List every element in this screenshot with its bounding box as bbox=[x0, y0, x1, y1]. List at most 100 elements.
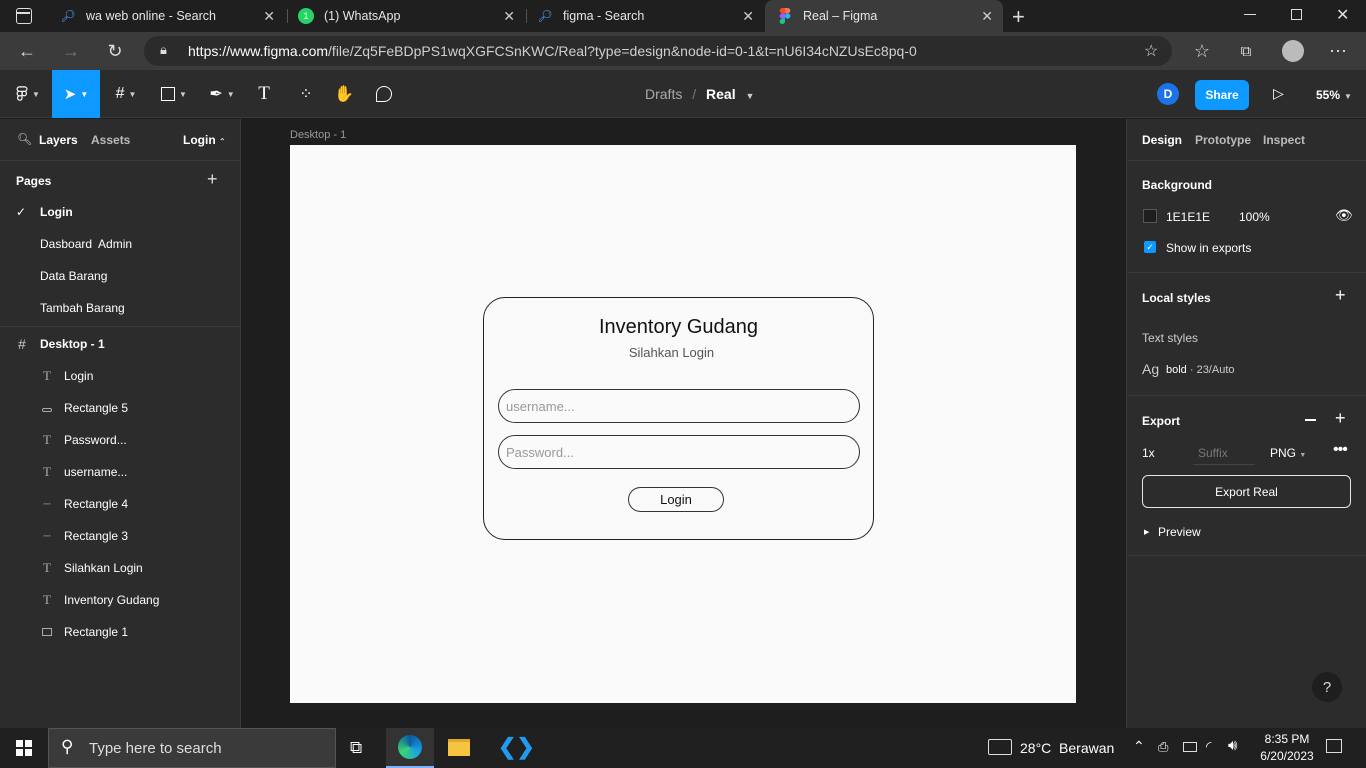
tab-assets[interactable]: Assets bbox=[91, 133, 130, 147]
background-hex[interactable]: 1E1E1E bbox=[1166, 210, 1210, 224]
page-item-tambah-barang[interactable]: Tambah Barang bbox=[0, 292, 240, 324]
close-icon[interactable]: ✕ bbox=[981, 8, 993, 25]
page-item-login[interactable]: ✓ Login bbox=[0, 196, 240, 228]
clock-time[interactable]: 8:35 PM bbox=[1260, 732, 1314, 746]
help-button[interactable]: ? bbox=[1312, 672, 1342, 702]
restore-icon[interactable] bbox=[1291, 9, 1302, 20]
layer-item[interactable]: Rectangle 5 bbox=[0, 392, 240, 424]
close-window-icon[interactable]: ✕ bbox=[1336, 5, 1349, 25]
layer-item[interactable]: T username... bbox=[0, 456, 240, 488]
card-subtitle[interactable]: Silahkan Login bbox=[484, 345, 859, 360]
text-tool[interactable]: T bbox=[248, 70, 280, 118]
vscode-icon[interactable]: ❮❯ bbox=[498, 734, 535, 760]
close-icon[interactable]: ✕ bbox=[503, 8, 515, 25]
forward-icon[interactable]: → bbox=[60, 40, 82, 62]
page-switcher[interactable]: Login ⌃ bbox=[183, 133, 226, 147]
design-canvas[interactable]: Desktop - 1 Inventory Gudang Silahkan Lo… bbox=[241, 119, 1126, 728]
minimize-icon[interactable] bbox=[1244, 14, 1256, 15]
background-opacity[interactable]: 100% bbox=[1239, 210, 1270, 224]
card-title[interactable]: Inventory Gudang bbox=[484, 316, 873, 339]
text-style-item[interactable]: bold · 23/Auto bbox=[1166, 364, 1235, 376]
layer-item[interactable]: T Silahkan Login bbox=[0, 552, 240, 584]
tab-prototype[interactable]: Prototype bbox=[1195, 133, 1251, 147]
meet-now-icon[interactable]: ⎙ bbox=[1158, 739, 1168, 755]
export-button[interactable]: Export Real bbox=[1142, 475, 1351, 508]
add-page-icon[interactable]: + bbox=[207, 169, 218, 190]
battery-icon[interactable] bbox=[1183, 742, 1197, 752]
export-suffix-input[interactable]: Suffix bbox=[1198, 446, 1228, 460]
taskbar-edge[interactable] bbox=[386, 728, 434, 768]
tab-whatsapp[interactable]: 1 (1) WhatsApp ✕ bbox=[290, 0, 525, 32]
background-swatch[interactable] bbox=[1143, 209, 1157, 223]
tab-actions-icon[interactable] bbox=[16, 8, 32, 24]
layer-item[interactable]: Rectangle 1 bbox=[0, 616, 240, 648]
notifications-icon[interactable] bbox=[1326, 739, 1342, 753]
present-play-icon[interactable]: ▷ bbox=[1273, 85, 1284, 102]
remove-export-icon[interactable] bbox=[1305, 419, 1316, 421]
add-style-icon[interactable]: + bbox=[1335, 285, 1346, 306]
login-card[interactable]: Inventory Gudang Silahkan Login username… bbox=[483, 297, 874, 540]
resources-tool[interactable]: ⁘ bbox=[290, 70, 322, 118]
password-field[interactable]: Password... bbox=[498, 435, 860, 469]
collections-icon[interactable]: ⧉ bbox=[1235, 40, 1257, 62]
user-avatar[interactable]: D bbox=[1157, 83, 1179, 105]
shape-tool[interactable]: ▼ bbox=[152, 70, 196, 118]
weather-icon[interactable] bbox=[988, 739, 1012, 755]
username-field[interactable]: username... bbox=[498, 389, 860, 423]
layer-frame-desktop-1[interactable]: # Desktop - 1 bbox=[0, 328, 240, 360]
tab-inspect[interactable]: Inspect bbox=[1263, 133, 1305, 147]
file-explorer-icon[interactable] bbox=[448, 739, 470, 756]
add-favorite-icon[interactable]: ☆ bbox=[1144, 41, 1158, 61]
share-button[interactable]: Share bbox=[1195, 80, 1249, 110]
more-icon[interactable]: ⋯ bbox=[1327, 40, 1349, 62]
weather-text[interactable]: 28°C Berawan bbox=[1020, 740, 1114, 756]
file-name[interactable]: Real bbox=[706, 86, 736, 102]
page-item-dasboard-admin[interactable]: Dasboard Admin bbox=[0, 228, 240, 260]
volume-icon[interactable]: 🔊︎ bbox=[1228, 737, 1237, 754]
tab-figma-search[interactable]: 🔎︎ figma - Search ✕ bbox=[529, 0, 764, 32]
frame-label[interactable]: Desktop - 1 bbox=[290, 129, 346, 141]
new-tab-icon[interactable]: + bbox=[1012, 4, 1025, 30]
tab-design[interactable]: Design bbox=[1142, 133, 1182, 147]
refresh-icon[interactable]: ↻ bbox=[104, 40, 126, 62]
frame-tool[interactable]: # ▼ bbox=[104, 70, 148, 118]
comment-tool[interactable] bbox=[368, 70, 400, 118]
layer-item[interactable]: T Inventory Gudang bbox=[0, 584, 240, 616]
preview-label[interactable]: Preview bbox=[1158, 525, 1201, 539]
close-icon[interactable]: ✕ bbox=[263, 8, 275, 25]
tab-real-figma[interactable]: Real – Figma ✕ bbox=[765, 0, 1003, 32]
pen-tool[interactable]: ✒ ▼ bbox=[200, 70, 244, 118]
page-item-data-barang[interactable]: Data Barang bbox=[0, 260, 240, 292]
back-icon[interactable]: ← bbox=[16, 40, 38, 62]
tab-layers[interactable]: Layers bbox=[39, 133, 78, 147]
show-in-exports-checkbox[interactable]: ✓ bbox=[1144, 241, 1156, 253]
add-export-icon[interactable]: + bbox=[1335, 408, 1346, 429]
zoom-dropdown[interactable]: 55% ▼ bbox=[1316, 88, 1352, 102]
chevron-down-icon[interactable]: ▼ bbox=[745, 91, 754, 101]
address-bar[interactable]: 🔒︎ https://www.figma.com/file/Zq5FeBDpPS… bbox=[144, 36, 1172, 66]
task-view-icon[interactable]: ⧉ bbox=[350, 738, 362, 758]
hand-tool[interactable]: ✋ bbox=[328, 70, 360, 118]
profile-avatar[interactable] bbox=[1282, 40, 1304, 62]
export-scale[interactable]: 1x bbox=[1142, 446, 1155, 460]
chevron-up-icon[interactable]: ⌃ bbox=[1133, 738, 1145, 755]
close-icon[interactable]: ✕ bbox=[742, 8, 754, 25]
caret-right-icon[interactable]: ▶ bbox=[1144, 528, 1149, 536]
export-format-select[interactable]: PNG ▼ bbox=[1270, 446, 1306, 460]
login-button[interactable]: Login bbox=[628, 487, 724, 512]
breadcrumb-drafts[interactable]: Drafts bbox=[645, 86, 682, 102]
favorites-icon[interactable]: ☆ bbox=[1191, 40, 1213, 62]
windows-start-icon[interactable] bbox=[16, 740, 32, 756]
clock-date[interactable]: 6/20/2023 bbox=[1255, 749, 1319, 763]
layer-item[interactable]: T Login bbox=[0, 360, 240, 392]
eye-icon[interactable]: 👁︎ bbox=[1335, 207, 1353, 224]
more-options-icon[interactable]: ••• bbox=[1333, 441, 1348, 459]
layer-item[interactable]: ┈ Rectangle 3 bbox=[0, 520, 240, 552]
layer-item[interactable]: ┈ Rectangle 4 bbox=[0, 488, 240, 520]
move-tool[interactable]: ➤ ▼ bbox=[52, 70, 100, 118]
taskbar-search-box[interactable]: ⚲︎ Type here to search bbox=[48, 728, 336, 768]
desktop-frame[interactable]: Inventory Gudang Silahkan Login username… bbox=[290, 145, 1076, 703]
main-menu-button[interactable]: ▼ bbox=[8, 70, 48, 118]
tab-wa-search[interactable]: 🔎︎ wa web online - Search ✕ bbox=[50, 0, 285, 32]
layer-item[interactable]: T Password... bbox=[0, 424, 240, 456]
